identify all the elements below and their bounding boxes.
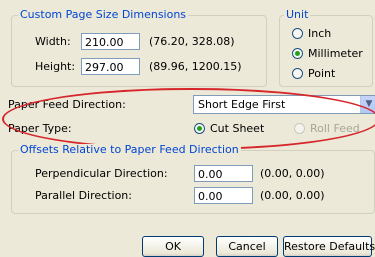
unit-inch-label[interactable]: Inch	[308, 27, 331, 40]
perpendicular-range: (0.00, 0.00)	[260, 167, 325, 180]
unit-point-label[interactable]: Point	[308, 67, 335, 80]
width-range: (76.20, 328.08)	[149, 35, 235, 48]
width-label: Width:	[35, 35, 71, 48]
cancel-button[interactable]: Cancel	[216, 236, 278, 257]
parallel-input[interactable]: 0.00	[194, 187, 253, 204]
ok-button[interactable]: OK	[142, 236, 204, 257]
offsets-group	[11, 150, 375, 214]
height-range: (89.96, 1200.15)	[149, 60, 242, 73]
width-input[interactable]: 210.00	[81, 33, 140, 50]
parallel-range: (0.00, 0.00)	[260, 189, 325, 202]
unit-legend: Unit	[284, 8, 311, 21]
parallel-label: Parallel Direction:	[35, 189, 132, 202]
perpendicular-label: Perpendicular Direction:	[35, 167, 168, 180]
unit-millimeter-label[interactable]: Millimeter	[308, 47, 363, 60]
restore-defaults-button[interactable]: Restore Defaults	[283, 236, 375, 257]
unit-inch-radio[interactable]	[292, 28, 303, 39]
perpendicular-input[interactable]: 0.00	[194, 165, 253, 182]
unit-point-radio[interactable]	[292, 68, 303, 79]
custom-size-legend: Custom Page Size Dimensions	[18, 8, 189, 21]
height-label: Height:	[35, 60, 76, 73]
highlight-oval	[2, 88, 375, 150]
offsets-legend: Offsets Relative to Paper Feed Direction	[18, 143, 241, 156]
unit-millimeter-radio[interactable]	[292, 48, 303, 59]
custom-size-group	[11, 15, 267, 87]
height-input[interactable]: 297.00	[81, 58, 140, 75]
